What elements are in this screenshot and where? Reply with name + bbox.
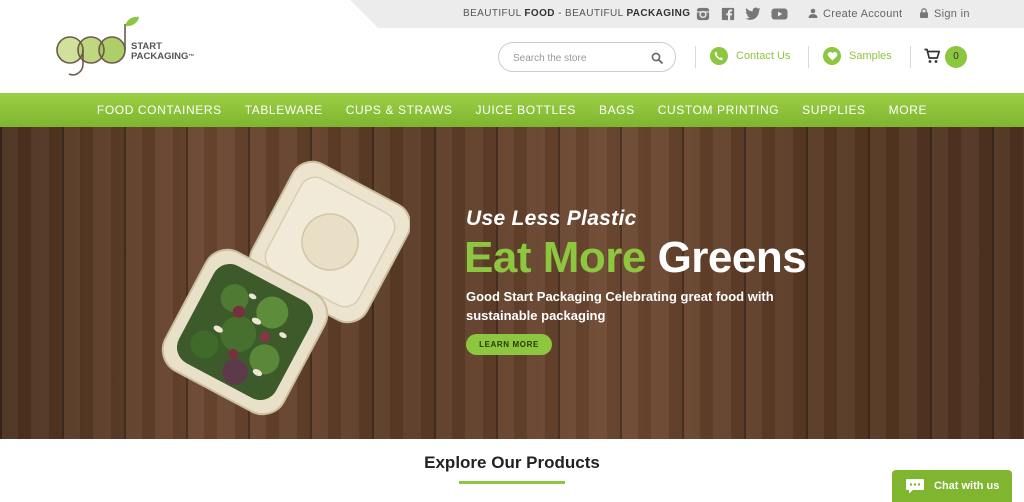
header-divider bbox=[808, 46, 809, 68]
chat-with-us-button[interactable]: Chat with us bbox=[892, 470, 1012, 502]
search-icon[interactable] bbox=[651, 52, 663, 64]
nav-item-cups-straws[interactable]: CUPS & STRAWS bbox=[346, 103, 453, 117]
youtube-icon[interactable] bbox=[771, 7, 788, 21]
learn-more-button[interactable]: LEARN MORE bbox=[466, 334, 552, 355]
chat-label: Chat with us bbox=[934, 480, 1000, 492]
hero-banner: Use Less Plastic Eat More Greens Good St… bbox=[0, 127, 1024, 439]
contact-us-label: Contact Us bbox=[736, 50, 791, 62]
cart-count-badge[interactable]: 0 bbox=[945, 46, 967, 68]
search-box[interactable] bbox=[498, 42, 676, 72]
nav-item-food-containers[interactable]: FOOD CONTAINERS bbox=[97, 103, 222, 117]
hero-title: Eat More Greens bbox=[464, 233, 807, 282]
salad-container-image bbox=[161, 160, 410, 416]
contact-us-button[interactable]: Contact Us bbox=[710, 46, 790, 66]
twitter-icon[interactable] bbox=[745, 7, 761, 21]
nav-item-bags[interactable]: BAGS bbox=[599, 103, 635, 117]
main-nav: FOOD CONTAINERS TABLEWARE CUPS & STRAWS … bbox=[0, 93, 1024, 127]
phone-icon bbox=[710, 47, 728, 65]
cart-icon[interactable] bbox=[924, 48, 940, 64]
samples-label: Samples bbox=[849, 50, 892, 62]
logo-wordmark: START PACKAGING™ bbox=[131, 41, 195, 62]
header-divider bbox=[695, 46, 696, 68]
header-divider bbox=[910, 46, 911, 68]
user-icon bbox=[808, 8, 818, 18]
logo[interactable]: START PACKAGING™ bbox=[55, 12, 205, 82]
nav-item-juice-bottles[interactable]: JUICE BOTTLES bbox=[475, 103, 575, 117]
heading-underline bbox=[459, 481, 565, 484]
tagline: BEAUTIFUL FOOD - BEAUTIFUL PACKAGING bbox=[463, 8, 691, 19]
hero-subtitle: Use Less Plastic bbox=[466, 207, 637, 230]
search-input[interactable] bbox=[513, 50, 643, 66]
facebook-icon[interactable] bbox=[720, 7, 736, 21]
hero-description: Good Start Packaging Celebrating great f… bbox=[466, 289, 774, 323]
nav-item-tableware[interactable]: TABLEWARE bbox=[245, 103, 323, 117]
nav-item-supplies[interactable]: SUPPLIES bbox=[802, 103, 866, 117]
nav-item-custom-printing[interactable]: CUSTOM PRINTING bbox=[658, 103, 779, 117]
lock-icon bbox=[920, 8, 928, 18]
explore-products-heading: Explore Our Products bbox=[424, 453, 600, 472]
sign-in-link[interactable]: Sign in bbox=[919, 8, 970, 20]
chat-icon bbox=[906, 479, 924, 494]
instagram-icon[interactable] bbox=[695, 7, 711, 21]
create-account-link[interactable]: Create Account bbox=[808, 8, 902, 20]
nav-item-more[interactable]: MORE bbox=[889, 103, 927, 117]
samples-button[interactable]: Samples bbox=[823, 46, 892, 66]
heart-icon bbox=[823, 47, 841, 65]
